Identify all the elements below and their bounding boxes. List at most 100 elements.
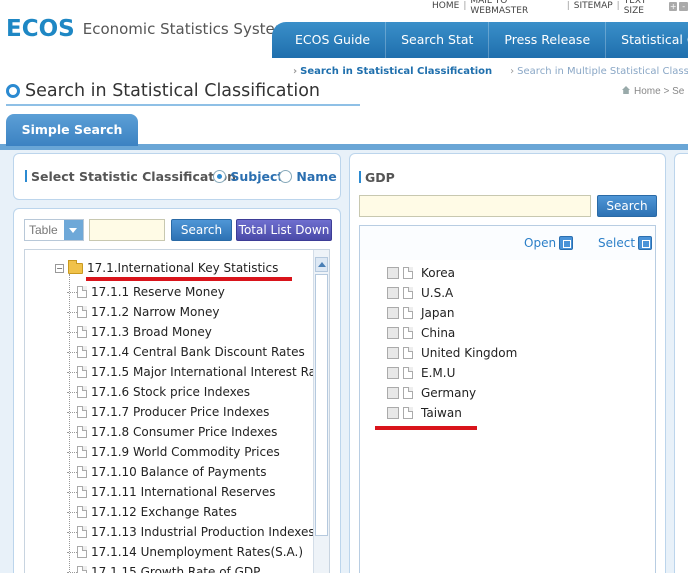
- tree-search-controls: Table Search Total List Down: [24, 219, 332, 241]
- tree-item-label[interactable]: 17.1.4 Central Bank Discount Rates: [91, 345, 305, 359]
- country-label[interactable]: China: [421, 326, 455, 340]
- breadcrumb-text[interactable]: Home > Se: [634, 86, 684, 97]
- country-item[interactable]: Japan: [387, 303, 517, 323]
- country-checkbox[interactable]: [387, 267, 399, 279]
- country-checkbox[interactable]: [387, 287, 399, 299]
- tree-item[interactable]: 17.1.5 Major International Interest Ra: [67, 362, 316, 382]
- tree-item-label[interactable]: 17.1.12 Exchange Rates: [91, 505, 237, 519]
- country-label[interactable]: U.S.A: [421, 286, 453, 300]
- tree-item-label[interactable]: 17.1.10 Balance of Payments: [91, 465, 266, 479]
- radio-subject[interactable]: Subject: [213, 169, 283, 184]
- scroll-up-arrow-icon[interactable]: [315, 257, 328, 272]
- country-checkbox[interactable]: [387, 307, 399, 319]
- tree-item[interactable]: 17.1.1 Reserve Money: [67, 282, 316, 302]
- tree-item[interactable]: 17.1.2 Narrow Money: [67, 302, 316, 322]
- document-icon: [77, 426, 87, 438]
- tree-item[interactable]: 17.1.10 Balance of Payments: [67, 462, 316, 482]
- ecos-logo[interactable]: ECOS Economic Statistics System: [6, 14, 289, 44]
- tree-item[interactable]: 17.1.12 Exchange Rates: [67, 502, 316, 522]
- tree-item-label[interactable]: 17.1.1 Reserve Money: [91, 285, 225, 299]
- open-label: Open: [524, 236, 557, 250]
- tree-item[interactable]: 17.1.15 Growth Rate of GDP: [67, 562, 316, 573]
- tree-item-label[interactable]: 17.1.2 Narrow Money: [91, 305, 219, 319]
- tree-scrollbar[interactable]: [313, 250, 329, 573]
- country-item[interactable]: United Kingdom: [387, 343, 517, 363]
- tree-search-input[interactable]: [89, 219, 165, 241]
- radio-name-icon[interactable]: [279, 170, 292, 183]
- tree-item[interactable]: 17.1.9 World Commodity Prices: [67, 442, 316, 462]
- open-link[interactable]: Open: [524, 236, 574, 250]
- tree-search-button[interactable]: Search: [171, 219, 232, 241]
- country-item[interactable]: E.M.U: [387, 363, 517, 383]
- text-size-plus-button[interactable]: +: [668, 1, 678, 11]
- radio-subject-icon[interactable]: [213, 170, 226, 183]
- country-label[interactable]: Japan: [421, 306, 454, 320]
- select-icon[interactable]: [638, 236, 653, 250]
- tab-simple-search[interactable]: Simple Search: [6, 114, 138, 146]
- util-sitemap-link[interactable]: SITEMAP: [574, 1, 613, 11]
- country-checkbox[interactable]: [387, 407, 399, 419]
- country-item[interactable]: Korea: [387, 263, 517, 283]
- tree-item[interactable]: 17.1.4 Central Bank Discount Rates: [67, 342, 316, 362]
- tree-view: − 17.1.International Key Statistics 17.1…: [24, 249, 330, 573]
- tree-item-label[interactable]: 17.1.7 Producer Price Indexes: [91, 405, 269, 419]
- document-icon: [77, 386, 87, 398]
- tree-item-label[interactable]: 17.1.9 World Commodity Prices: [91, 445, 280, 459]
- tree-item-label[interactable]: 17.1.5 Major International Interest Ra: [91, 365, 316, 379]
- subnav-classification[interactable]: Search in Statistical Classification: [293, 66, 492, 77]
- country-item[interactable]: Taiwan: [387, 403, 517, 423]
- country-label[interactable]: Korea: [421, 266, 455, 280]
- nav-statistical[interactable]: Statistical C: [606, 22, 688, 58]
- tree-item[interactable]: 17.1.8 Consumer Price Indexes: [67, 422, 316, 442]
- tree-item-label[interactable]: 17.1.15 Growth Rate of GDP: [91, 565, 260, 573]
- document-icon: [77, 306, 87, 318]
- chevron-down-icon[interactable]: [64, 220, 83, 240]
- subnav-multiple-classification[interactable]: Search in Multiple Statistical Classific…: [510, 66, 688, 77]
- nav-press-release[interactable]: Press Release: [489, 22, 607, 58]
- collapse-toggle-icon[interactable]: −: [55, 263, 64, 273]
- document-icon: [77, 366, 87, 378]
- tree-root-node[interactable]: − 17.1.International Key Statistics: [55, 259, 278, 275]
- country-label[interactable]: Taiwan: [421, 406, 462, 420]
- tree-item-label[interactable]: 17.1.13 Industrial Production Indexes: [91, 525, 315, 539]
- country-item[interactable]: China: [387, 323, 517, 343]
- country-checkbox[interactable]: [387, 327, 399, 339]
- tree-item[interactable]: 17.1.7 Producer Price Indexes: [67, 402, 316, 422]
- home-icon: [622, 86, 630, 94]
- country-label[interactable]: Germany: [421, 386, 476, 400]
- country-label[interactable]: United Kingdom: [421, 346, 517, 360]
- country-item[interactable]: Germany: [387, 383, 517, 403]
- tree-root-label[interactable]: 17.1.International Key Statistics: [87, 261, 278, 275]
- select-link[interactable]: Select: [598, 236, 653, 250]
- scroll-thumb[interactable]: [315, 274, 328, 536]
- tree-item-label[interactable]: 17.1.11 International Reserves: [91, 485, 276, 499]
- document-icon: [77, 406, 87, 418]
- tree-item-label[interactable]: 17.1.3 Broad Money: [91, 325, 212, 339]
- util-home-link[interactable]: HOME: [432, 1, 459, 11]
- open-icon[interactable]: [559, 236, 574, 250]
- tree-item-label[interactable]: 17.1.14 Unemployment Rates(S.A.): [91, 545, 303, 559]
- document-icon: [403, 387, 413, 399]
- country-checkbox[interactable]: [387, 387, 399, 399]
- tree-item[interactable]: 17.1.11 International Reserves: [67, 482, 316, 502]
- tree-item[interactable]: 17.1.13 Industrial Production Indexes: [67, 522, 316, 542]
- text-size-minus-button[interactable]: -: [679, 1, 688, 11]
- country-item[interactable]: U.S.A: [387, 283, 517, 303]
- util-mail-link[interactable]: MAIL TO WEBMASTER: [470, 0, 562, 16]
- tree-item[interactable]: 17.1.6 Stock price Indexes: [67, 382, 316, 402]
- gdp-search-button[interactable]: Search: [597, 195, 657, 217]
- tree-item-label[interactable]: 17.1.6 Stock price Indexes: [91, 385, 250, 399]
- radio-name[interactable]: Name: [279, 169, 337, 184]
- type-select[interactable]: Table: [24, 219, 84, 241]
- country-checkbox[interactable]: [387, 367, 399, 379]
- tree-item[interactable]: 17.1.14 Unemployment Rates(S.A.): [67, 542, 316, 562]
- country-checkbox[interactable]: [387, 347, 399, 359]
- tree-item[interactable]: 17.1.3 Broad Money: [67, 322, 316, 342]
- tree-connector-line: [69, 274, 70, 573]
- nav-ecos-guide[interactable]: ECOS Guide: [272, 22, 387, 58]
- total-list-down-button[interactable]: Total List Down: [236, 219, 332, 241]
- country-label[interactable]: E.M.U: [421, 366, 455, 380]
- nav-search-stat[interactable]: Search Stat: [386, 22, 490, 58]
- gdp-search-input[interactable]: [359, 195, 591, 217]
- tree-item-label[interactable]: 17.1.8 Consumer Price Indexes: [91, 425, 277, 439]
